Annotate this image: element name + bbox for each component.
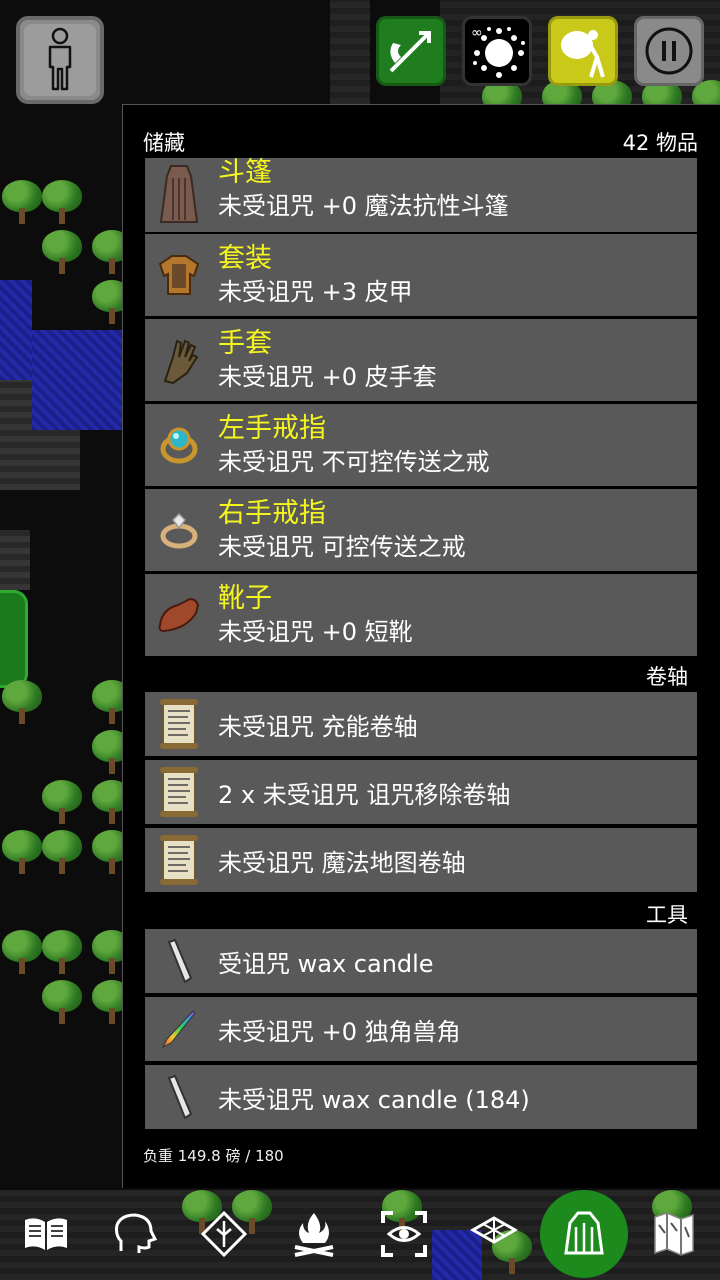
list-item-scroll[interactable]: 2 x 未受诅咒 诅咒移除卷轴 — [145, 760, 697, 824]
side-drawer-handle[interactable] — [0, 590, 28, 688]
tree-tile — [40, 830, 84, 876]
tree-tile — [0, 680, 44, 726]
fire-button[interactable] — [376, 16, 446, 86]
category-tools: 工具 — [646, 903, 688, 927]
unicorn-horn-icon — [161, 1010, 196, 1049]
scroll-icon — [160, 767, 198, 817]
bottom-toolbar — [0, 1188, 720, 1280]
list-item-cloak[interactable]: 斗篷 未受诅咒 +0 魔法抗性斗篷 — [145, 158, 697, 232]
search-icon — [381, 1211, 427, 1257]
inventory-panel: 储藏 42 物品 斗篷 未受诅咒 +0 魔法抗性斗篷 套装 未受诅咒 +3 皮甲 — [122, 104, 720, 1188]
list-item-gloves[interactable]: 手套 未受诅咒 +0 皮手套 — [145, 319, 697, 401]
water-tile — [32, 330, 122, 430]
tree-tile — [40, 230, 84, 276]
candle-icon — [167, 938, 193, 984]
pray-button[interactable] — [180, 1190, 268, 1278]
list-item-tool[interactable]: 未受诅咒 wax candle (184) — [145, 1065, 697, 1129]
map-icon — [654, 1212, 694, 1256]
loot-button[interactable] — [548, 16, 618, 86]
travel-button[interactable] — [450, 1190, 538, 1278]
slot-label: 手套 — [218, 328, 272, 359]
tree-tile — [40, 980, 84, 1026]
search-button[interactable] — [360, 1190, 448, 1278]
list-item-armor[interactable]: 套装 未受诅咒 +3 皮甲 — [145, 234, 697, 316]
spellbook-icon — [25, 1218, 67, 1250]
tree-tile — [40, 930, 84, 976]
item-description: 未受诅咒 不可控传送之戒 — [218, 448, 490, 476]
inventory-icon — [564, 1211, 604, 1255]
gloves-icon — [163, 339, 199, 385]
panel-header: 储藏 42 物品 — [143, 127, 698, 157]
map-button[interactable] — [630, 1190, 718, 1278]
list-item-tool[interactable]: 受诅咒 wax candle — [145, 929, 697, 993]
item-description: 未受诅咒 可控传送之戒 — [218, 533, 466, 561]
inventory-button[interactable] — [540, 1190, 628, 1278]
scroll-icon — [160, 699, 198, 749]
talk-icon — [115, 1213, 157, 1253]
item-label: 未受诅咒 魔法地图卷轴 — [218, 848, 466, 877]
character-button[interactable] — [16, 16, 104, 104]
pause-icon — [645, 27, 693, 75]
campfire-icon — [294, 1213, 334, 1257]
stone-wall — [330, 0, 370, 104]
candle-icon — [167, 1074, 193, 1120]
travel-icon — [469, 1216, 519, 1244]
tree-tile — [40, 780, 84, 826]
item-description: 未受诅咒 +3 皮甲 — [218, 278, 413, 306]
loot-bag-icon — [561, 30, 605, 78]
item-label: 未受诅咒 wax candle (184) — [218, 1085, 530, 1114]
slot-label: 右手戒指 — [218, 498, 326, 529]
boot-icon — [158, 597, 200, 633]
scroll-icon — [160, 835, 198, 885]
pray-icon — [201, 1211, 247, 1257]
svg-text:∞: ∞ — [471, 25, 483, 41]
tree-tile — [40, 180, 84, 226]
list-item-tool[interactable]: 未受诅咒 +0 独角兽角 — [145, 997, 697, 1061]
magic-burst-icon: ∞ — [471, 25, 525, 78]
weight-status: 负重 149.8 磅 / 180 — [143, 1147, 284, 1165]
tree-tile — [0, 830, 44, 876]
item-description: 未受诅咒 +0 魔法抗性斗篷 — [218, 192, 509, 220]
item-count: 42 物品 — [622, 131, 698, 155]
pause-button[interactable] — [634, 16, 704, 86]
slot-label: 靴子 — [218, 583, 272, 614]
list-item-scroll[interactable]: 未受诅咒 充能卷轴 — [145, 692, 697, 756]
spellbook-button[interactable] — [2, 1190, 90, 1278]
tree-tile — [0, 180, 44, 226]
fire-arrow-icon — [389, 31, 431, 73]
talk-button[interactable] — [90, 1190, 178, 1278]
item-label: 未受诅咒 充能卷轴 — [218, 712, 418, 741]
category-scrolls: 卷轴 — [646, 665, 688, 689]
character-icon — [48, 27, 72, 91]
sapphire-ring-icon — [160, 427, 198, 464]
panel-title: 储藏 — [143, 131, 185, 155]
list-item-scroll[interactable]: 未受诅咒 魔法地图卷轴 — [145, 828, 697, 892]
slot-label: 左手戒指 — [218, 413, 326, 444]
water-tile — [0, 280, 32, 380]
item-label: 2 x 未受诅咒 诅咒移除卷轴 — [218, 780, 511, 809]
list-item-boots[interactable]: 靴子 未受诅咒 +0 短靴 — [145, 574, 697, 656]
item-description: 未受诅咒 +0 短靴 — [218, 618, 413, 646]
slot-label: 斗篷 — [218, 158, 272, 188]
tree-tile — [0, 930, 44, 976]
list-item-right-ring[interactable]: 右手戒指 未受诅咒 可控传送之戒 — [145, 489, 697, 571]
stone-wall — [0, 530, 30, 590]
list-item-left-ring[interactable]: 左手戒指 未受诅咒 不可控传送之戒 — [145, 404, 697, 486]
item-label: 未受诅咒 +0 独角兽角 — [218, 1017, 461, 1046]
item-description: 未受诅咒 +0 皮手套 — [218, 363, 437, 391]
cloak-icon — [159, 165, 199, 223]
leather-armor-icon — [158, 255, 200, 295]
item-label: 受诅咒 wax candle — [218, 949, 434, 978]
magic-button[interactable]: ∞ — [462, 16, 532, 86]
diamond-ring-icon — [160, 512, 198, 549]
campfire-button[interactable] — [270, 1190, 358, 1278]
slot-label: 套装 — [218, 243, 272, 274]
